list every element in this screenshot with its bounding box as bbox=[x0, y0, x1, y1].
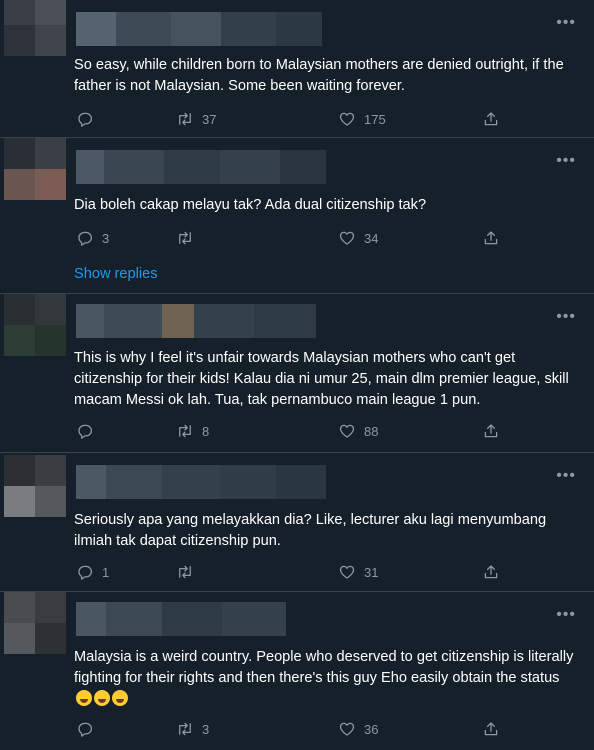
tweet[interactable]: ••• This is why I feel it's unfair towar… bbox=[0, 294, 594, 452]
heart-icon bbox=[339, 231, 355, 245]
tweet-text: Malaysia is a weird country. People who … bbox=[74, 647, 576, 710]
show-replies-link[interactable]: Show replies bbox=[74, 266, 158, 282]
share-icon bbox=[484, 722, 498, 736]
avatar[interactable] bbox=[4, 455, 66, 517]
retweet-button[interactable]: 37 bbox=[176, 108, 216, 130]
avatar[interactable] bbox=[4, 592, 66, 654]
tweet-text: So easy, while children born to Malaysia… bbox=[74, 57, 564, 94]
tweet-text: Dia boleh cakap melayu tak? Ada dual cit… bbox=[74, 197, 427, 213]
tweet[interactable]: ••• So easy, while children born to Mala… bbox=[0, 0, 594, 140]
reply-icon bbox=[78, 424, 93, 439]
like-count: 175 bbox=[364, 111, 386, 127]
tweet[interactable]: ••• Dia boleh cakap melayu tak? Ada dual… bbox=[0, 138, 594, 293]
like-count: 31 bbox=[364, 564, 379, 580]
heart-icon bbox=[339, 424, 355, 438]
retweet-icon bbox=[179, 424, 191, 438]
tweet-text-content: Malaysia is a weird country. People who … bbox=[74, 649, 574, 686]
blurred-username[interactable] bbox=[76, 304, 316, 338]
heart-icon bbox=[339, 565, 355, 579]
like-button[interactable]: 88 bbox=[338, 420, 378, 442]
retweet-count: 3 bbox=[202, 721, 210, 737]
more-options-button[interactable]: ••• bbox=[556, 606, 576, 624]
like-button[interactable]: 36 bbox=[338, 718, 378, 740]
like-count: 88 bbox=[364, 423, 379, 439]
retweet-button[interactable]: 3 bbox=[176, 718, 209, 740]
avatar[interactable] bbox=[4, 294, 66, 356]
heart-icon bbox=[339, 722, 355, 736]
reply-button[interactable]: 1 bbox=[76, 561, 109, 583]
reply-icon bbox=[78, 231, 93, 246]
tweet-actions: 3 34 bbox=[74, 227, 504, 249]
reply-icon bbox=[78, 565, 93, 580]
tweet-actions: 8 88 bbox=[74, 420, 504, 442]
more-options-button[interactable]: ••• bbox=[556, 152, 576, 170]
tweet[interactable]: ••• Malaysia is a weird country. People … bbox=[0, 592, 594, 750]
like-count: 36 bbox=[364, 721, 379, 737]
retweet-button[interactable] bbox=[176, 227, 202, 249]
share-button[interactable] bbox=[482, 561, 500, 583]
tweet-actions: 37 175 bbox=[74, 108, 504, 130]
retweet-button[interactable]: 8 bbox=[176, 420, 209, 442]
avatar[interactable] bbox=[4, 0, 66, 56]
like-button[interactable]: 34 bbox=[338, 227, 378, 249]
joy-emoji bbox=[76, 690, 92, 706]
joy-emoji bbox=[112, 690, 128, 706]
share-icon bbox=[484, 231, 498, 245]
reply-button[interactable] bbox=[76, 420, 102, 442]
reply-icon bbox=[78, 722, 93, 737]
more-options-button[interactable]: ••• bbox=[556, 14, 576, 32]
tweet[interactable]: ••• Seriously apa yang melayakkan dia? L… bbox=[0, 453, 594, 591]
tweet-actions: 1 31 bbox=[74, 561, 504, 583]
heart-icon bbox=[339, 112, 355, 126]
retweet-button[interactable] bbox=[176, 561, 202, 583]
blurred-username[interactable] bbox=[76, 465, 326, 499]
like-count: 34 bbox=[364, 230, 379, 246]
share-icon bbox=[484, 112, 498, 126]
retweet-icon bbox=[179, 722, 191, 736]
reply-button[interactable]: 3 bbox=[76, 227, 109, 249]
more-options-button[interactable]: ••• bbox=[556, 308, 576, 326]
blurred-username[interactable] bbox=[76, 150, 326, 184]
reply-count: 1 bbox=[102, 564, 110, 580]
tweet-text: This is why I feel it's unfair towards M… bbox=[74, 350, 569, 408]
share-icon bbox=[484, 565, 498, 579]
tweet-text: Seriously apa yang melayakkan dia? Like,… bbox=[74, 512, 547, 549]
reply-icon bbox=[78, 112, 93, 127]
blurred-username[interactable] bbox=[76, 12, 322, 46]
reply-button[interactable] bbox=[76, 718, 102, 740]
retweet-count: 37 bbox=[202, 111, 217, 127]
retweet-icon bbox=[179, 112, 191, 126]
retweet-icon bbox=[179, 565, 191, 579]
share-button[interactable] bbox=[482, 108, 500, 130]
tweet-actions: 3 36 bbox=[74, 718, 504, 740]
reply-button[interactable] bbox=[76, 108, 102, 130]
share-button[interactable] bbox=[482, 718, 500, 740]
retweet-count: 8 bbox=[202, 423, 210, 439]
joy-emoji bbox=[94, 690, 110, 706]
share-icon bbox=[484, 424, 498, 438]
reply-count: 3 bbox=[102, 230, 110, 246]
more-options-button[interactable]: ••• bbox=[556, 467, 576, 485]
share-button[interactable] bbox=[482, 227, 500, 249]
reply-feed: ••• So easy, while children born to Mala… bbox=[0, 0, 594, 750]
like-button[interactable]: 31 bbox=[338, 561, 378, 583]
retweet-icon bbox=[179, 231, 191, 245]
share-button[interactable] bbox=[482, 420, 500, 442]
avatar[interactable] bbox=[4, 138, 66, 200]
blurred-username[interactable] bbox=[76, 602, 286, 636]
like-button[interactable]: 175 bbox=[338, 108, 386, 130]
